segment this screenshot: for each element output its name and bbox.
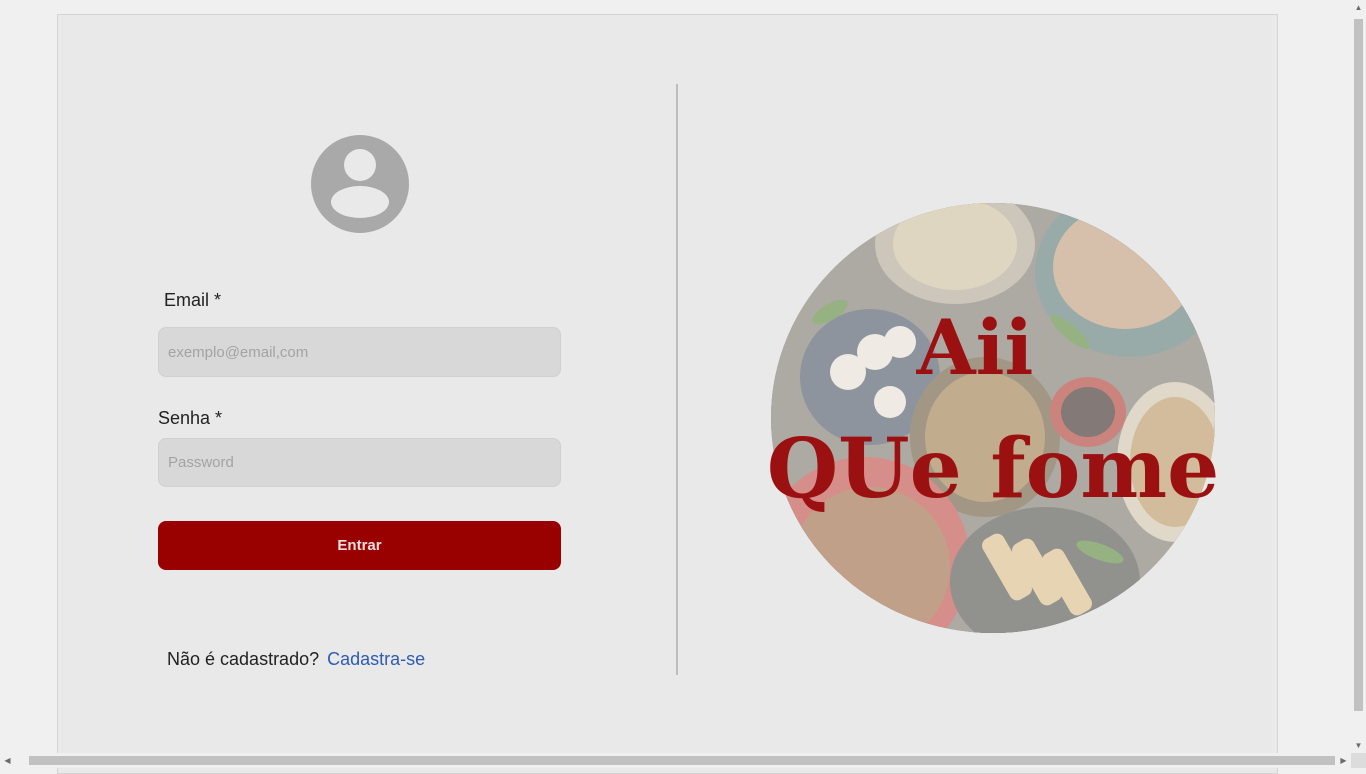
user-avatar-icon: [310, 134, 410, 234]
horizontal-scrollbar[interactable]: ◀ ▶: [0, 753, 1351, 768]
scroll-left-icon[interactable]: ◀: [0, 753, 15, 768]
scroll-right-icon[interactable]: ▶: [1336, 753, 1351, 768]
scrollbar-corner: [1351, 753, 1366, 768]
login-button[interactable]: Entrar: [158, 521, 561, 570]
signup-row: Não é cadastrado? Cadastra-se: [167, 649, 425, 670]
vertical-scroll-thumb[interactable]: [1354, 19, 1363, 711]
vertical-scrollbar[interactable]: ▲ ▼: [1351, 0, 1366, 753]
password-label: Senha *: [158, 408, 222, 429]
email-field[interactable]: [158, 327, 561, 377]
logo-text-line1: Aii: [916, 303, 1034, 392]
horizontal-scroll-thumb[interactable]: [29, 756, 1335, 765]
password-field[interactable]: [158, 438, 561, 487]
brand-logo: Aii QUe fome: [770, 202, 1217, 635]
signup-prompt: Não é cadastrado?: [167, 649, 319, 669]
login-card: Email * Senha * Entrar Não é cadastrado?…: [57, 14, 1278, 774]
vertical-divider: [676, 84, 678, 675]
email-label: Email *: [164, 290, 221, 311]
scroll-up-icon[interactable]: ▲: [1351, 0, 1366, 15]
logo-text-line2: QUe fome: [770, 421, 1217, 517]
signup-link[interactable]: Cadastra-se: [327, 649, 425, 669]
food-image: [770, 202, 1217, 635]
scroll-down-icon[interactable]: ▼: [1351, 738, 1366, 753]
